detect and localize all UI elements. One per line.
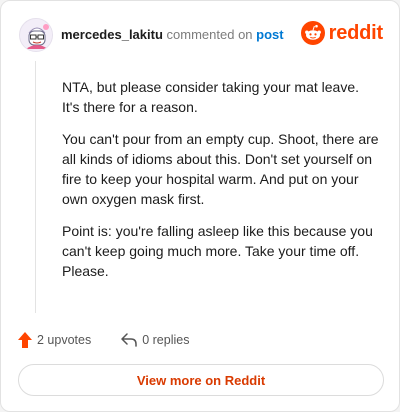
comment-paragraph: NTA, but please consider taking your mat… [62,79,360,115]
comment-card: mercedes_lakitu commented on post reddit… [0,0,400,412]
reply-button[interactable]: 0 replies [121,333,189,347]
comment-meta: mercedes_lakitu commented on post [61,27,284,43]
reddit-wordmark: reddit [328,21,384,44]
user-avatar[interactable] [19,18,53,52]
upvote-count: 2 upvotes [37,333,92,347]
comment-paragraph: You can't pour from an empty cup. Shoot,… [62,131,379,207]
comment-paragraph: Point is: you're falling asleep like thi… [62,223,373,279]
reddit-snoo-icon [300,21,325,45]
reddit-logo[interactable]: reddit [300,21,384,45]
upvote-arrow-icon [18,332,32,348]
avatar-icon [20,19,52,51]
thread-line [35,61,36,313]
commented-on-label: commented on [166,27,253,42]
comment-actions: 2 upvotes 0 replies [18,330,189,350]
comment-body: NTA, but please consider taking your mat… [62,77,380,293]
username-link[interactable]: mercedes_lakitu [61,27,163,42]
upvote-button[interactable]: 2 upvotes [18,332,91,348]
reply-arrow-icon [121,333,137,347]
reply-count: 0 replies [142,333,190,347]
post-link[interactable]: post [256,27,283,42]
view-more-button[interactable]: View more on Reddit [18,364,384,396]
